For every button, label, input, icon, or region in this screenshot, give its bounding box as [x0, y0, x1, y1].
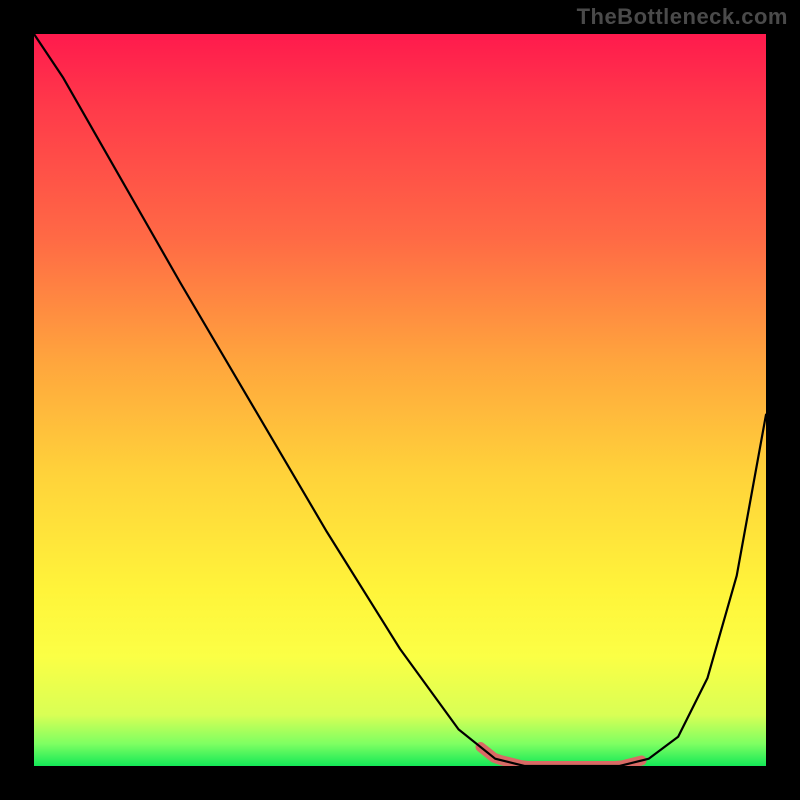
chart-stage: TheBottleneck.com [0, 0, 800, 800]
plot-area [34, 34, 766, 766]
watermark-text: TheBottleneck.com [577, 4, 788, 30]
gradient-background [34, 34, 766, 766]
